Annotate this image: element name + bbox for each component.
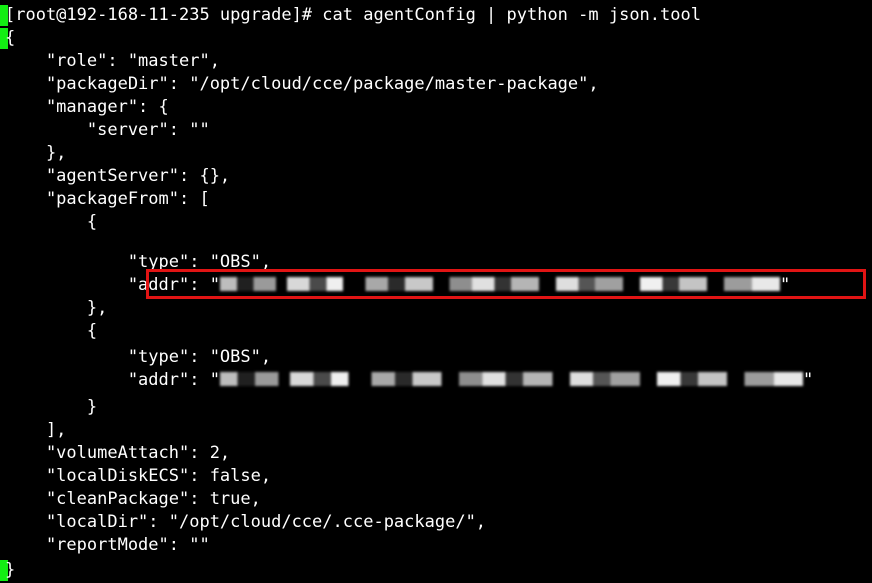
redacted-address: [219, 371, 803, 386]
output-line: {: [5, 321, 98, 341]
output-line-addr-redacted: "addr": " ": [5, 369, 813, 392]
output-line: }: [5, 560, 16, 580]
output-line: },: [5, 143, 67, 163]
output-line: "agentServer": {},: [5, 166, 231, 186]
output-line: "volumeAttach": 2,: [5, 443, 231, 463]
addr-key: "addr": ": [5, 370, 220, 390]
output-line: {: [5, 212, 98, 232]
command-line: [root@192-168-11-235 upgrade]# cat agent…: [5, 4, 701, 27]
output-line: {: [5, 28, 16, 48]
output-line: "cleanPackage": true,: [5, 489, 261, 509]
output-line: "localDir": "/opt/cloud/cce/.cce-package…: [5, 512, 487, 532]
terminal-window[interactable]: [root@192-168-11-235 upgrade]# cat agent…: [0, 0, 872, 583]
highlight-box: [146, 269, 866, 299]
output-line: "packageDir": "/opt/cloud/cce/package/ma…: [5, 74, 599, 94]
output-line: "manager": {: [5, 97, 169, 117]
output-line: "type": "OBS",: [5, 347, 272, 367]
output-line: ],: [5, 420, 67, 440]
addr-line-end: ": [802, 370, 814, 390]
output-line: "reportMode": "": [5, 535, 210, 555]
output-line: "packageFrom": [: [5, 189, 210, 209]
output-line: }: [5, 397, 98, 417]
shell-command: cat agentConfig | python -m json.tool: [322, 5, 701, 25]
output-line: "role": "master",: [5, 51, 220, 71]
output-line: "server": "": [5, 120, 210, 140]
output-line: "localDiskECS": false,: [5, 466, 272, 486]
shell-prompt: [root@192-168-11-235 upgrade]#: [5, 5, 323, 25]
output-line: },: [5, 298, 108, 318]
